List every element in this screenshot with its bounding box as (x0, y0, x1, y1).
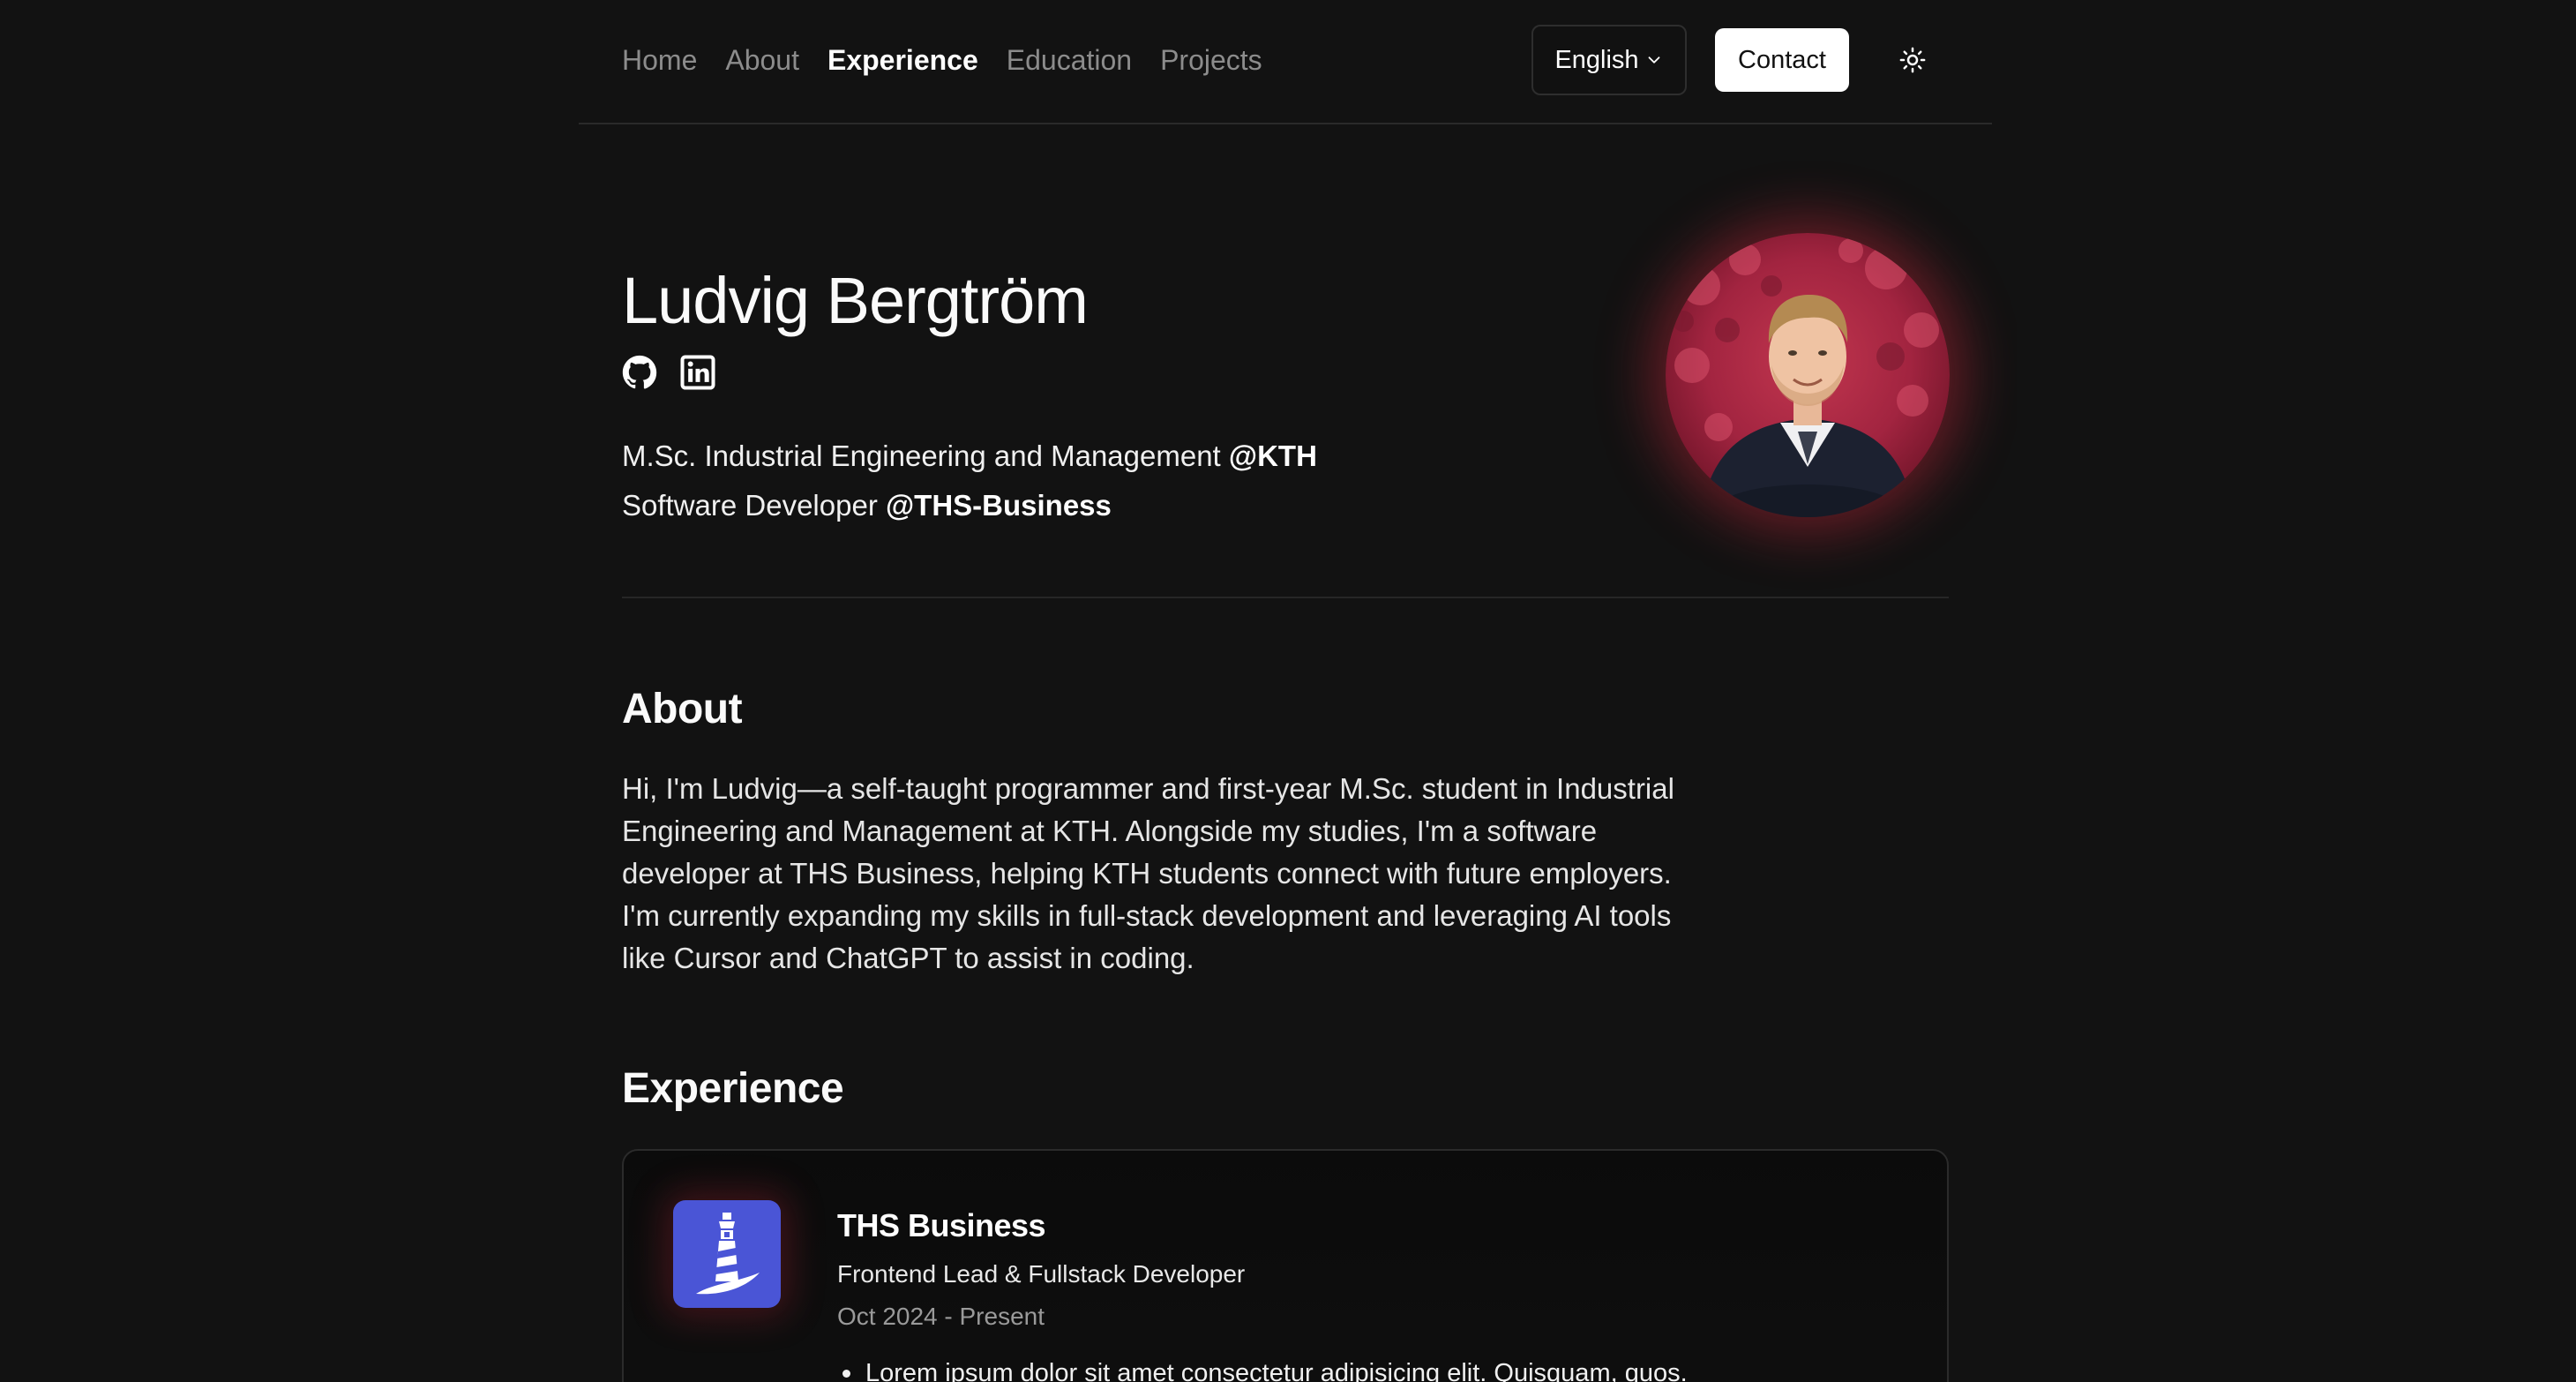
hero-education-org: @KTH (1228, 439, 1317, 472)
social-links (622, 355, 715, 390)
section-divider (622, 597, 1949, 598)
contact-button[interactable]: Contact (1715, 28, 1849, 92)
about-text: Hi, I'm Ludvig—a self-taught programmer … (622, 772, 1674, 974)
linkedin-icon (680, 355, 715, 390)
github-icon (622, 355, 657, 389)
hero-job-text: Software Developer (622, 489, 886, 522)
top-nav: Home About Experience Education Projects… (579, 0, 1992, 124)
company-name: THS Business (837, 1207, 1046, 1243)
about-heading: About (622, 686, 743, 732)
portfolio-page: Home About Experience Education Projects… (0, 0, 2576, 1382)
job-bullets: Lorem ipsum dolor sit amet consectetur a… (837, 1356, 1688, 1382)
job-role: Frontend Lead & Fullstack Developer (837, 1260, 1246, 1288)
hero-job-line: Software Developer @THS-Business (622, 486, 1112, 525)
github-link[interactable] (622, 355, 657, 390)
company-logo (673, 1200, 781, 1308)
language-select[interactable]: English (1531, 25, 1687, 95)
experience-heading: Experience (622, 1065, 844, 1112)
job-bullet: Lorem ipsum dolor sit amet consectetur a… (837, 1356, 1688, 1382)
experience-card: THS Business Frontend Lead & Fullstack D… (622, 1149, 1949, 1382)
hero-name: Ludvig Bergtröm (622, 264, 1089, 337)
nav-link-about[interactable]: About (725, 41, 799, 79)
theme-toggle-button[interactable] (1886, 34, 1939, 86)
lighthouse-icon (696, 1213, 760, 1295)
profile-avatar (1666, 233, 1950, 517)
linkedin-link[interactable] (680, 355, 715, 390)
nav-link-experience[interactable]: Experience (827, 41, 978, 79)
nav-link-home[interactable]: Home (622, 41, 697, 79)
chevron-down-icon (1648, 56, 1659, 64)
hero-education-line: M.Sc. Industrial Engineering and Managem… (622, 437, 1317, 476)
hero-job-org: @THS-Business (885, 489, 1112, 522)
hero-education-text: M.Sc. Industrial Engineering and Managem… (622, 439, 1229, 472)
sun-icon (1899, 47, 1926, 73)
nav-link-education[interactable]: Education (1007, 41, 1132, 79)
language-select-value: English (1554, 45, 1639, 74)
profile-photo (1666, 233, 1950, 517)
nav-links: Home About Experience Education Projects (622, 41, 1262, 79)
job-dates: Oct 2024 - Present (837, 1303, 1045, 1330)
nav-link-projects[interactable]: Projects (1160, 41, 1262, 79)
